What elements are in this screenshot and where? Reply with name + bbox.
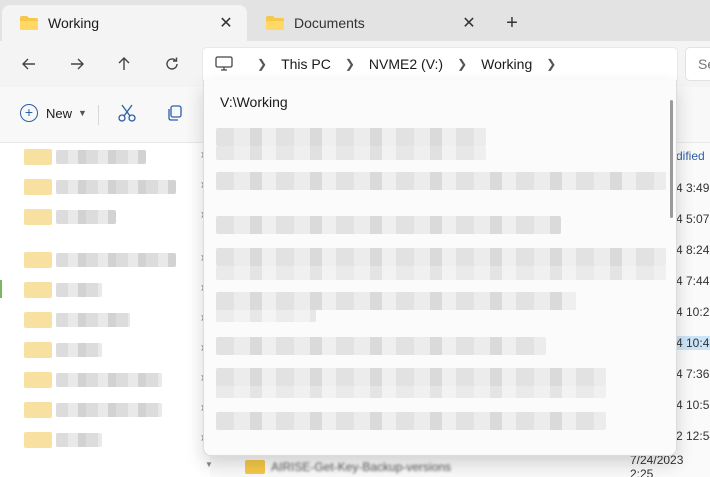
dropdown-item-blurred	[216, 266, 666, 280]
folder-icon	[266, 16, 284, 30]
folder-icon	[24, 342, 52, 358]
nav-item[interactable]: ➤	[24, 401, 208, 419]
chevron-right-icon[interactable]: ❯	[345, 57, 355, 71]
blurred-label	[56, 150, 146, 164]
folder-icon	[24, 149, 52, 165]
nav-item[interactable]: ➤	[24, 178, 208, 196]
dropdown-scrollbar[interactable]	[670, 100, 673, 218]
blurred-label	[56, 283, 102, 297]
dropdown-item-blurred[interactable]	[216, 172, 666, 190]
dropdown-item-blurred[interactable]	[216, 337, 546, 355]
refresh-icon[interactable]	[158, 51, 186, 77]
forward-arrow-icon[interactable]	[63, 51, 91, 77]
blurred-label	[56, 313, 130, 327]
nav-item[interactable]: ➤	[24, 341, 208, 359]
table-row[interactable]: AIRISE-Get-Key-Backup-versions 7/24/2023…	[245, 453, 710, 477]
tab-label: Working	[48, 15, 100, 31]
dropdown-item-blurred[interactable]	[216, 216, 561, 234]
copy-icon[interactable]	[165, 103, 187, 125]
date-modified-cell: 2 12:54	[676, 429, 710, 443]
folder-icon	[24, 209, 52, 225]
nav-item[interactable]: ➤	[24, 148, 208, 166]
date-modified-cell: 7/24/2023 2:25	[630, 453, 684, 477]
nav-item[interactable]: ➤	[24, 431, 208, 449]
file-name: AIRISE-Get-Key-Backup-versions	[271, 460, 452, 474]
new-button[interactable]: + New ▼	[20, 104, 87, 122]
search-input[interactable]: Se	[686, 48, 710, 80]
blurred-label	[56, 180, 176, 194]
tab-label: Documents	[294, 15, 365, 31]
dropdown-item-blurred[interactable]	[216, 128, 486, 146]
date-modified-cell: 4 3:49	[676, 181, 710, 195]
new-tab-button[interactable]: +	[500, 12, 524, 36]
nav-item[interactable]: ➤	[24, 251, 208, 269]
blurred-label	[56, 433, 102, 447]
folder-icon	[24, 282, 52, 298]
date-modified-cell: 4 7:44	[676, 274, 710, 288]
breadcrumb-this-pc[interactable]: This PC	[281, 56, 331, 72]
nav-item[interactable]: ➤	[24, 208, 208, 226]
scroll-down-icon[interactable]: ▼	[205, 460, 213, 474]
plus-icon: +	[20, 104, 38, 122]
chevron-right-icon[interactable]: ❯	[546, 57, 556, 71]
date-modified-cell: 4 8:24	[676, 243, 710, 257]
folder-icon	[245, 460, 265, 474]
tab-strip: Working ✕ Documents ✕ +	[0, 0, 710, 41]
nav-item[interactable]: ➤	[24, 281, 208, 299]
back-arrow-icon[interactable]	[15, 51, 43, 77]
nav-item[interactable]: ➤	[24, 371, 208, 389]
blurred-label	[56, 253, 176, 267]
breadcrumb-working[interactable]: Working	[481, 56, 532, 72]
dropdown-item-blurred[interactable]	[216, 248, 666, 266]
monitor-icon[interactable]	[215, 56, 233, 72]
new-button-label: New	[46, 105, 73, 121]
blurred-label	[56, 210, 116, 224]
nav-item[interactable]: ➤	[24, 311, 208, 329]
close-icon[interactable]: ✕	[458, 12, 480, 34]
navigation-pane: ➤ ➤ ➤ ➤ ➤ ➤ ➤ ➤ ➤ ➤	[0, 143, 210, 477]
dropdown-item[interactable]: V:\Working	[220, 94, 288, 110]
date-modified-cell: 4 7:36	[676, 367, 710, 381]
blurred-label	[56, 403, 162, 417]
window-edge-accent	[0, 280, 2, 298]
breadcrumb-nvme2[interactable]: NVME2 (V:)	[369, 56, 443, 72]
dropdown-item-blurred	[216, 308, 316, 322]
address-history-dropdown: V:\Working	[203, 80, 677, 456]
tab-documents[interactable]: Documents ✕	[248, 5, 490, 41]
tab-working[interactable]: Working ✕	[2, 5, 247, 41]
date-modified-cell: 4 5:07	[676, 212, 710, 226]
cut-icon[interactable]	[117, 103, 139, 125]
folder-icon	[24, 312, 52, 328]
folder-icon	[24, 252, 52, 268]
date-modified-cell: 4 10:53	[676, 398, 710, 412]
date-modified-cell-selected: 4 10:45	[673, 336, 710, 350]
address-bar[interactable]: ❯ This PC ❯ NVME2 (V:) ❯ Working ❯	[203, 48, 677, 80]
dropdown-item-blurred	[216, 384, 606, 398]
dropdown-item-blurred	[216, 146, 486, 160]
blurred-label	[56, 373, 162, 387]
chevron-down-icon: ▼	[78, 108, 87, 118]
chevron-right-icon[interactable]: ❯	[257, 57, 267, 71]
folder-icon	[24, 432, 52, 448]
column-header-date-modified[interactable]: dified	[676, 149, 705, 163]
folder-icon	[24, 179, 52, 195]
chevron-right-icon[interactable]: ❯	[457, 57, 467, 71]
close-icon[interactable]: ✕	[215, 12, 237, 34]
blurred-label	[56, 343, 102, 357]
folder-icon	[24, 372, 52, 388]
up-arrow-icon[interactable]	[110, 51, 138, 77]
date-modified-cell: 4 10:27	[676, 305, 710, 319]
toolbar-divider	[98, 105, 99, 125]
folder-icon	[24, 402, 52, 418]
dropdown-item-blurred[interactable]	[216, 412, 606, 430]
folder-icon	[20, 16, 38, 30]
